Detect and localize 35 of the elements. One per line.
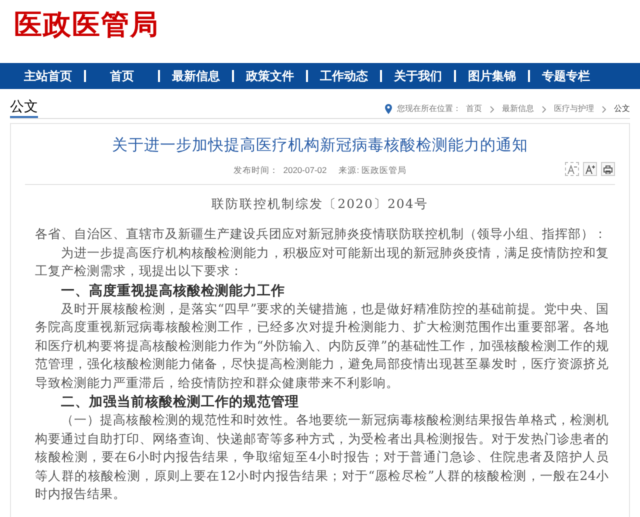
nav-link[interactable]: 关于我们 — [382, 68, 454, 84]
source-label: 来源: 医政医管局 — [338, 164, 406, 177]
body-paragraph: 为进一步提高医疗机构核酸检测能力，积极应对可能新出现的新冠肺炎疫情，满足疫情防控和复工复产检测需求，现提出以下要求： — [35, 244, 609, 280]
section-heading: 二、加强当前核酸检测工作的规范管理 — [60, 393, 300, 411]
nav-link[interactable]: 政策文件 — [234, 68, 306, 84]
section-title: 公文 — [10, 97, 38, 118]
document-number: 联防联控机制综发〔2020〕204号 — [210, 195, 430, 213]
nav-link[interactable]: 最新信息 — [160, 68, 232, 84]
breadcrumb-link[interactable]: 首页 — [466, 103, 482, 115]
addressee-paragraph: 各省、自治区、直辖市及新疆生产建设兵团应对新冠肺炎疫情联防联控机制（领导小组、指挥部）： — [35, 225, 608, 243]
print-button[interactable] — [601, 162, 615, 176]
nav-link[interactable]: 首页 — [86, 68, 158, 84]
decrease-font-button[interactable] — [565, 162, 579, 176]
breadcrumb-link[interactable]: 医疗与护理 — [554, 103, 594, 115]
chevron-icon — [542, 106, 546, 112]
location-pin-icon — [385, 104, 392, 114]
breadcrumb-link[interactable]: 最新信息 — [502, 103, 534, 115]
nav-link[interactable]: 专题专栏 — [530, 68, 602, 84]
font-increase-icon — [585, 164, 595, 174]
site-title: 医政医管局 — [14, 8, 159, 42]
font-decrease-icon — [567, 164, 577, 174]
increase-font-button[interactable] — [583, 162, 597, 176]
print-icon — [603, 164, 613, 174]
location-label: 您现在所在位置： — [397, 103, 461, 115]
body-paragraph: 及时开展核酸检测，是落实“四早”要求的关键措施，也是做好精准防控的基础前提。党中央、国务院高度重视新冠病毒核酸检测工作，已经多次对提升检测能力、扩大检测范围作出重要部署。各地和医疗机构要将提高核酸检测能力作为“外防输入、内防反弹”的基础性工作，加强核酸检测工作的规范管理，强化核酸检测能力储备，尽快提高检测能力，避免局部疫情出现甚至暴发时，医疗资源挤兑导致检测能力严重滞后，给疫情防控和群众健康带来不利影响。 — [35, 300, 609, 392]
chevron-icon — [602, 106, 606, 112]
nav-link[interactable]: 工作动态 — [308, 68, 380, 84]
nav-link[interactable]: 图片集锦 — [456, 68, 528, 84]
chevron-icon — [490, 106, 494, 112]
nav-link[interactable]: 主站首页 — [12, 68, 84, 84]
body-paragraph: （一）提高核酸检测的规范性和时效性。各地要统一新冠病毒核酸检测结果报告单格式，检测机构要通过自助打印、网络查询、快递邮寄等多种方式，为受检者出具检测报告。对于发热门诊患者的核酸检测，要在6小时内报告结果，争取缩短至4小时报告；对于普通门急诊、住院患者及陪护人员等人群的核酸检测，原则上要在12小时内报告结果；对于“愿检尽检”人群的核酸检测，一般在24小时内报告结果。 — [35, 411, 609, 503]
publish-date: 发布时间： 2020-07-02 — [234, 164, 327, 177]
breadcrumb-link[interactable]: 公文 — [614, 103, 630, 115]
article-title: 关于进一步加快提高医疗机构新冠病毒核酸检测能力的通知 — [111, 136, 529, 156]
section-heading: 一、高度重视提高核酸检测能力工作 — [60, 282, 286, 300]
